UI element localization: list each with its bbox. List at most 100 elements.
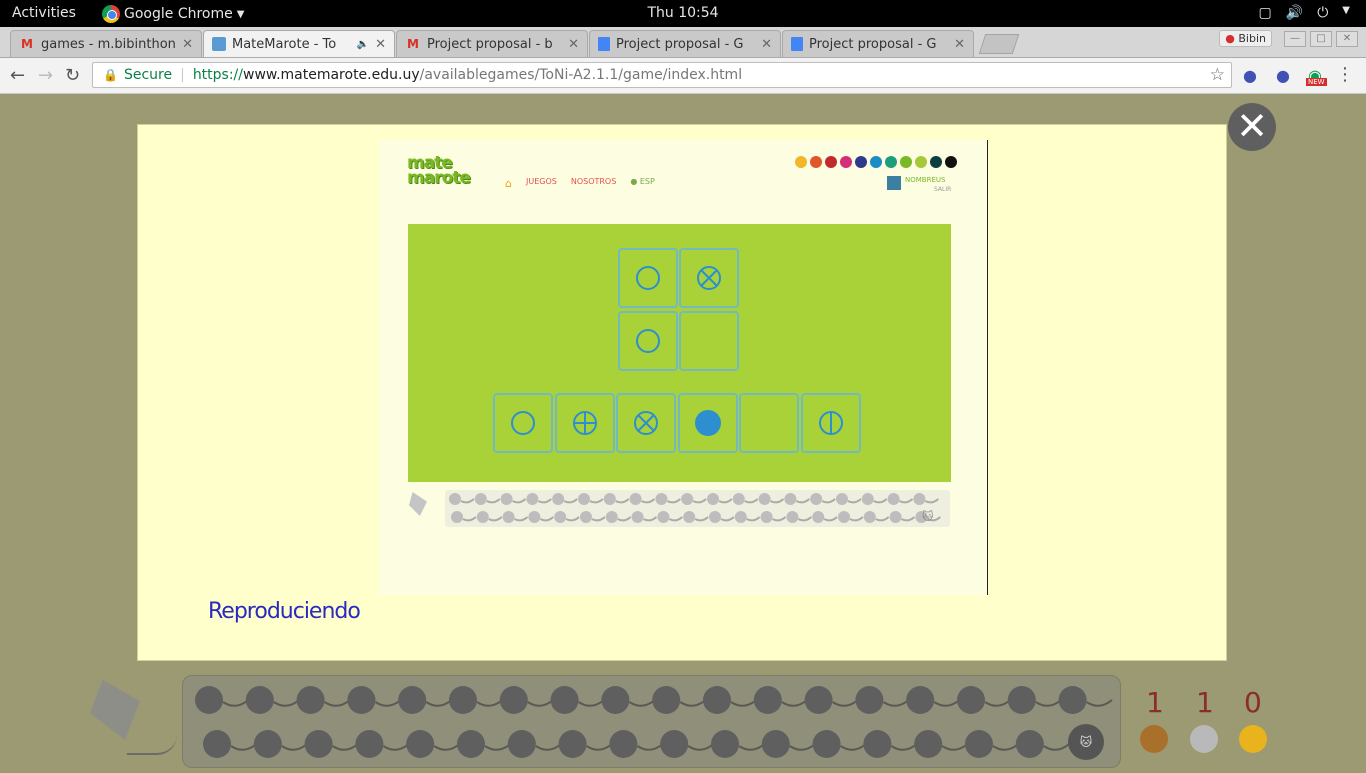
- option-cell: [800, 393, 861, 453]
- circle-plus-symbol-icon: [572, 411, 597, 435]
- yarn-ball-icon: [655, 493, 681, 505]
- address-bar[interactable]: 🔒 Secure | https:// www.matemarote.edu.u…: [92, 62, 1232, 88]
- gold-medal-icon: [1239, 725, 1267, 753]
- yarn-ball-icon: [836, 493, 862, 505]
- circle-symbol-icon: [636, 329, 660, 353]
- yarn-ball-icon: [500, 493, 527, 505]
- extension-mask-icon-2[interactable]: ●: [1276, 66, 1290, 85]
- minimize-button[interactable]: —: [1284, 30, 1306, 47]
- profile-name: Bibin: [1238, 32, 1266, 45]
- secure-label: Secure: [123, 67, 173, 83]
- kite-tail: [127, 735, 177, 755]
- docs-icon: [598, 37, 610, 51]
- tab-project-proposal-gmail[interactable]: M Project proposal - b ✕: [396, 30, 588, 57]
- nav-esp: ● ESP: [630, 177, 655, 186]
- reload-icon[interactable]: ↻: [65, 65, 80, 86]
- yarn-ball-icon: [451, 511, 477, 523]
- kite-icon: [90, 680, 140, 740]
- volume-icon: 🔊: [1285, 5, 1304, 21]
- yarn-ball-icon: [732, 493, 759, 505]
- circle-symbol-icon: [636, 266, 660, 290]
- color-dot: [900, 156, 912, 168]
- close-tab-icon[interactable]: ✕: [182, 37, 193, 52]
- grid-cell: [679, 248, 739, 308]
- color-dot: [930, 156, 942, 168]
- grid-cell: [679, 311, 739, 371]
- color-dot: [795, 156, 807, 168]
- yarn-ball-icon: [474, 493, 501, 505]
- yarn-ball-icon: [629, 493, 656, 505]
- tab-matemarote[interactable]: MateMarote - To 🔈 ✕: [203, 30, 395, 57]
- url-path: /availablegames/ToNi-A2.1.1/game/index.h…: [419, 67, 743, 83]
- yarn-ball-icon: [449, 686, 504, 714]
- yarn-ball-icon: [406, 730, 461, 758]
- circle-x-symbol-icon: [634, 411, 658, 435]
- yarn-ball-icon: [734, 511, 761, 523]
- yarn-ball-icon: [707, 493, 733, 505]
- new-tab-button[interactable]: [978, 34, 1020, 54]
- circle-x-symbol-icon: [697, 266, 721, 290]
- gmail-icon: M: [407, 37, 419, 51]
- yarn-ball-icon: [195, 686, 250, 714]
- status-text: Reproduciendo: [208, 599, 361, 624]
- option-cell: [493, 393, 553, 453]
- bookmark-star-icon[interactable]: ☆: [1210, 65, 1225, 85]
- yarn-ball-icon: [476, 511, 503, 523]
- tab-project-proposal-docs-2[interactable]: Project proposal - G ✕: [782, 30, 974, 57]
- tab-title: MateMarote - To: [232, 36, 337, 52]
- system-top-bar: Activities Google Chrome ▼ Thu 10:54 ▢ 🔊…: [0, 0, 1366, 27]
- video-modal: mate marote ⌂ JUEGOS NOSOTROS ● ESP NOMBR…: [137, 124, 1227, 661]
- power-icon: ⏻: [1317, 5, 1329, 21]
- back-arrow-icon[interactable]: ←: [10, 65, 25, 86]
- yarn-ball-icon: [855, 686, 910, 714]
- tab-title: games - m.bibinthon: [41, 36, 176, 52]
- yarn-ball-icon: [502, 511, 529, 523]
- close-window-button[interactable]: ✕: [1336, 30, 1358, 47]
- speaker-icon[interactable]: 🔈: [357, 39, 369, 50]
- close-tab-icon[interactable]: ✕: [761, 37, 772, 52]
- yarn-ball-icon: [355, 730, 410, 758]
- mini-yarn-track: [445, 490, 950, 527]
- docs-icon: [791, 37, 803, 51]
- yarn-ball-icon: [347, 686, 402, 714]
- yarn-ball-icon: [552, 493, 578, 505]
- yarn-ball-icon: [703, 686, 758, 714]
- yarn-ball-icon: [758, 493, 785, 505]
- browser-toolbar: ← → ↻ 🔒 Secure | https:// www.matemarote…: [0, 58, 1366, 94]
- yarn-ball-icon: [838, 511, 864, 523]
- yarn-ball-icon: [603, 493, 630, 505]
- clock[interactable]: Thu 10:54: [647, 5, 718, 21]
- instruction-video[interactable]: mate marote ⌂ JUEGOS NOSOTROS ● ESP NOMBR…: [379, 140, 988, 595]
- gold-score: 0: [1244, 686, 1262, 719]
- yarn-ball-icon: [812, 730, 867, 758]
- tab-games[interactable]: M games - m.bibinthon ✕: [10, 30, 202, 57]
- filled-dot-symbol-icon: [694, 410, 721, 436]
- yarn-ball-icon: [863, 730, 918, 758]
- forward-arrow-icon[interactable]: →: [38, 65, 53, 86]
- profile-badge[interactable]: ● Bibin: [1219, 30, 1272, 47]
- tab-project-proposal-docs-1[interactable]: Project proposal - G ✕: [589, 30, 781, 57]
- maximize-button[interactable]: □: [1310, 30, 1332, 47]
- close-modal-button[interactable]: ✕: [1228, 103, 1276, 151]
- extension-mask-icon[interactable]: ●: [1243, 66, 1257, 85]
- system-tray[interactable]: ▢ 🔊 ⏻ ▼: [1259, 5, 1350, 21]
- site-nav: ⌂ JUEGOS NOSOTROS ● ESP: [505, 177, 655, 190]
- app-menu[interactable]: Google Chrome ▼: [102, 5, 244, 23]
- profile-icon: ●: [1225, 32, 1235, 45]
- chrome-menu-icon[interactable]: ⋮: [1336, 64, 1354, 85]
- close-tab-icon[interactable]: ✕: [954, 37, 965, 52]
- user-area: NOMBREUS SALIR: [887, 176, 951, 193]
- yarn-ball-icon: [203, 730, 258, 758]
- mini-kite-icon: [409, 492, 427, 516]
- url-scheme: https://: [192, 67, 243, 83]
- close-tab-icon[interactable]: ✕: [375, 37, 386, 52]
- yarn-ball-icon: [913, 493, 939, 505]
- yarn-ball-icon: [526, 493, 552, 505]
- nav-nosotros: NOSOTROS: [570, 177, 617, 186]
- close-tab-icon[interactable]: ✕: [568, 37, 579, 52]
- activities-button[interactable]: Activities: [12, 5, 76, 21]
- yarn-ball-icon: [812, 511, 838, 523]
- extension-new-icon[interactable]: ◉ NEW: [1306, 66, 1327, 86]
- lock-icon: 🔒: [103, 68, 118, 82]
- tab-title: Project proposal - b: [427, 36, 553, 52]
